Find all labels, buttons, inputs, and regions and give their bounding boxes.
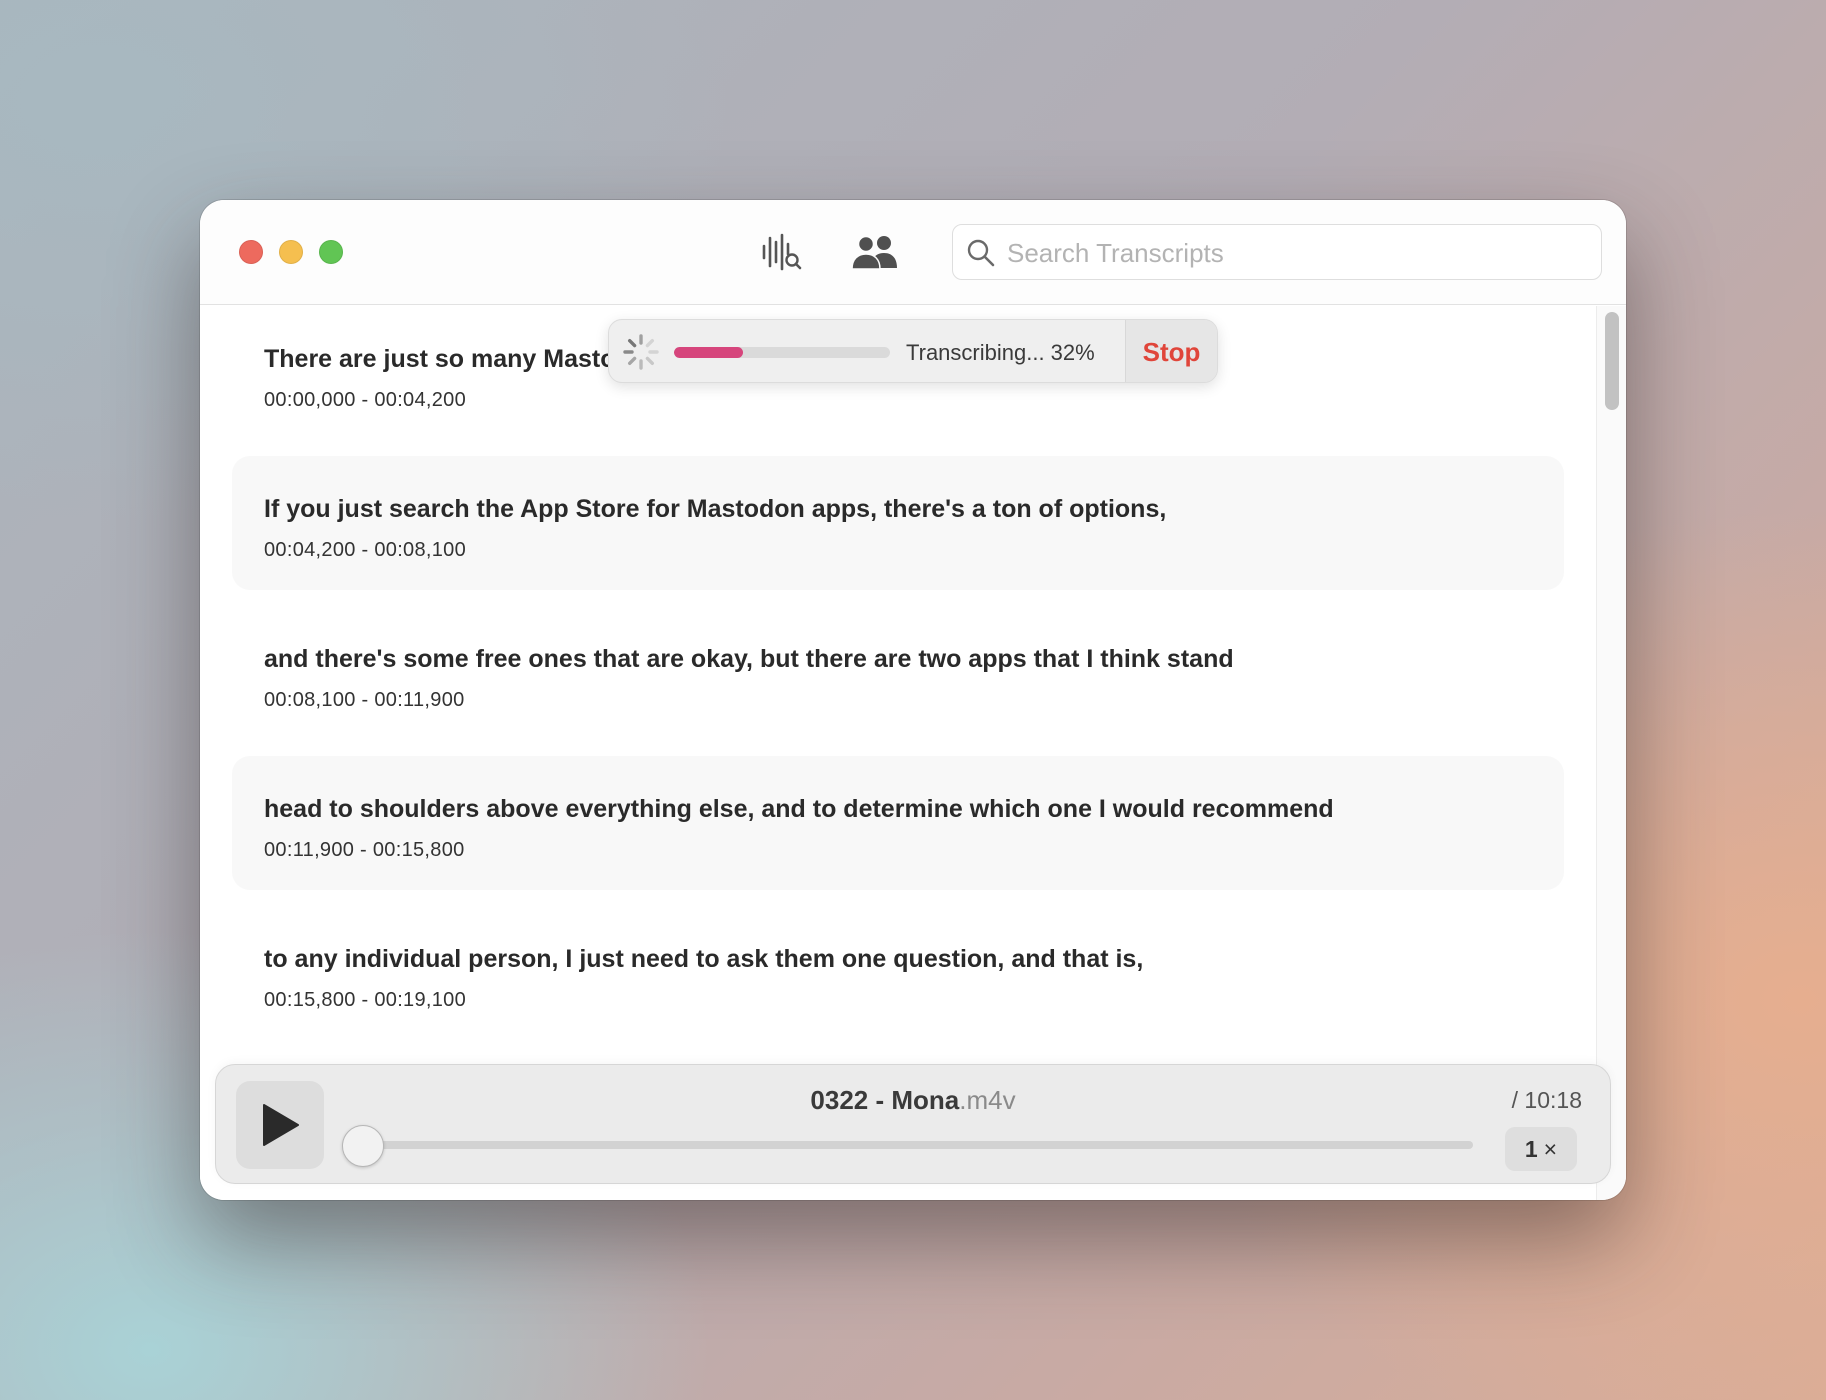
transcript-row[interactable]: to any individual person, I just need to… — [232, 906, 1564, 1040]
scrollbar-thumb[interactable] — [1605, 312, 1619, 410]
speakers-button[interactable] — [850, 230, 900, 274]
transcription-progress: Transcribing... 32% Stop — [608, 319, 1218, 383]
playback-speed-button[interactable]: 1 × — [1505, 1127, 1577, 1171]
progress-label: Transcribing... 32% — [906, 340, 1095, 365]
transcript-text: to any individual person, I just need to… — [264, 945, 1144, 973]
file-extension: .m4v — [959, 1085, 1016, 1115]
spinner-icon — [623, 334, 659, 370]
close-window-button[interactable] — [239, 240, 263, 264]
transcript-timestamp: 00:15,800 - 00:19,100 — [264, 989, 467, 1011]
file-name: 0322 - Mona — [810, 1085, 960, 1115]
search-input[interactable] — [1007, 235, 1587, 271]
transcript-text: head to shoulders above everything else,… — [264, 795, 1334, 823]
media-player: 0322 - Mona.m4v / 10:18 1 × — [215, 1064, 1611, 1184]
search-field[interactable] — [952, 224, 1602, 280]
waveform-search-button[interactable] — [757, 230, 807, 274]
transcript-text: If you just search the App Store for Mas… — [264, 495, 1167, 523]
seek-bar[interactable] — [346, 1141, 1473, 1149]
transcript-row[interactable]: If you just search the App Store for Mas… — [232, 456, 1564, 590]
progress-bar — [674, 347, 890, 358]
app-window: There are just so many Mastodon apps out… — [200, 200, 1626, 1200]
media-file-title: 0322 - Mona.m4v — [216, 1085, 1610, 1116]
transcript-timestamp: 00:04,200 - 00:08,100 — [264, 539, 467, 561]
zoom-window-button[interactable] — [319, 240, 343, 264]
transcript-row[interactable]: head to shoulders above everything else,… — [232, 756, 1564, 890]
media-duration: / 10:18 — [1511, 1087, 1582, 1113]
people-icon — [851, 235, 897, 270]
minimize-window-button[interactable] — [279, 240, 303, 264]
speed-symbol: × — [1543, 1135, 1558, 1162]
progress-bar-fill — [674, 347, 744, 358]
titlebar — [200, 200, 1626, 305]
search-icon — [967, 239, 995, 267]
speed-value: 1 — [1524, 1135, 1538, 1162]
transcript-text: and there's some free ones that are okay… — [264, 645, 1234, 673]
seek-knob[interactable] — [342, 1125, 384, 1167]
transcript-row[interactable]: and there's some free ones that are okay… — [232, 606, 1564, 740]
transcript-timestamp: 00:00,000 - 00:04,200 — [264, 389, 467, 411]
transcript-timestamp: 00:08,100 - 00:11,900 — [264, 689, 465, 711]
stop-button[interactable]: Stop — [1125, 320, 1217, 382]
transcript-timestamp: 00:11,900 - 00:15,800 — [264, 839, 465, 861]
waveform-search-icon — [762, 233, 802, 271]
